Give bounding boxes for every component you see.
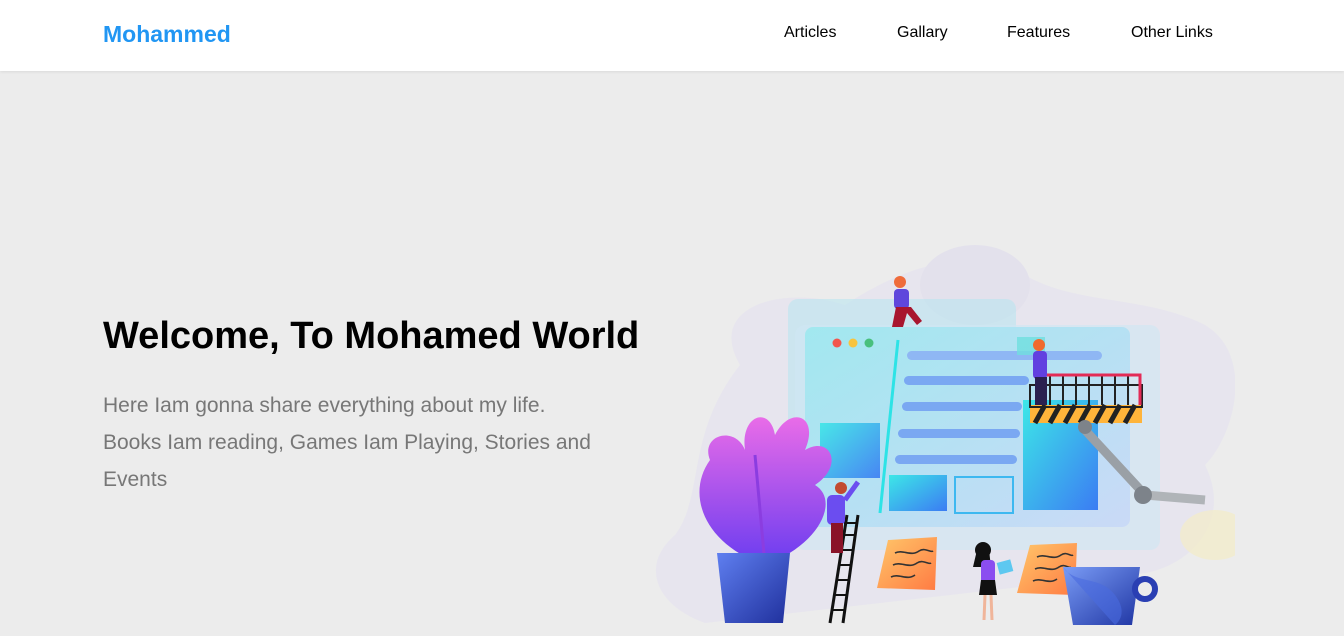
site-header: Mohammed Articles Gallary Features Other…: [0, 0, 1344, 71]
nav-link-other-links[interactable]: Other Links: [1131, 23, 1213, 43]
hero-illustration: [656, 245, 1235, 625]
nav-link-features[interactable]: Features: [1007, 23, 1070, 43]
site-logo[interactable]: Mohammed: [103, 20, 231, 48]
hero-description: Here Iam gonna share everything about my…: [103, 394, 591, 491]
nav-link-articles[interactable]: Articles: [784, 23, 836, 43]
hero-title: Welcome, To Mohamed World: [103, 315, 640, 357]
hero-section: Welcome, To Mohamed World Here Iam gonna…: [0, 71, 1344, 636]
nav-link-gallary[interactable]: Gallary: [897, 23, 948, 43]
